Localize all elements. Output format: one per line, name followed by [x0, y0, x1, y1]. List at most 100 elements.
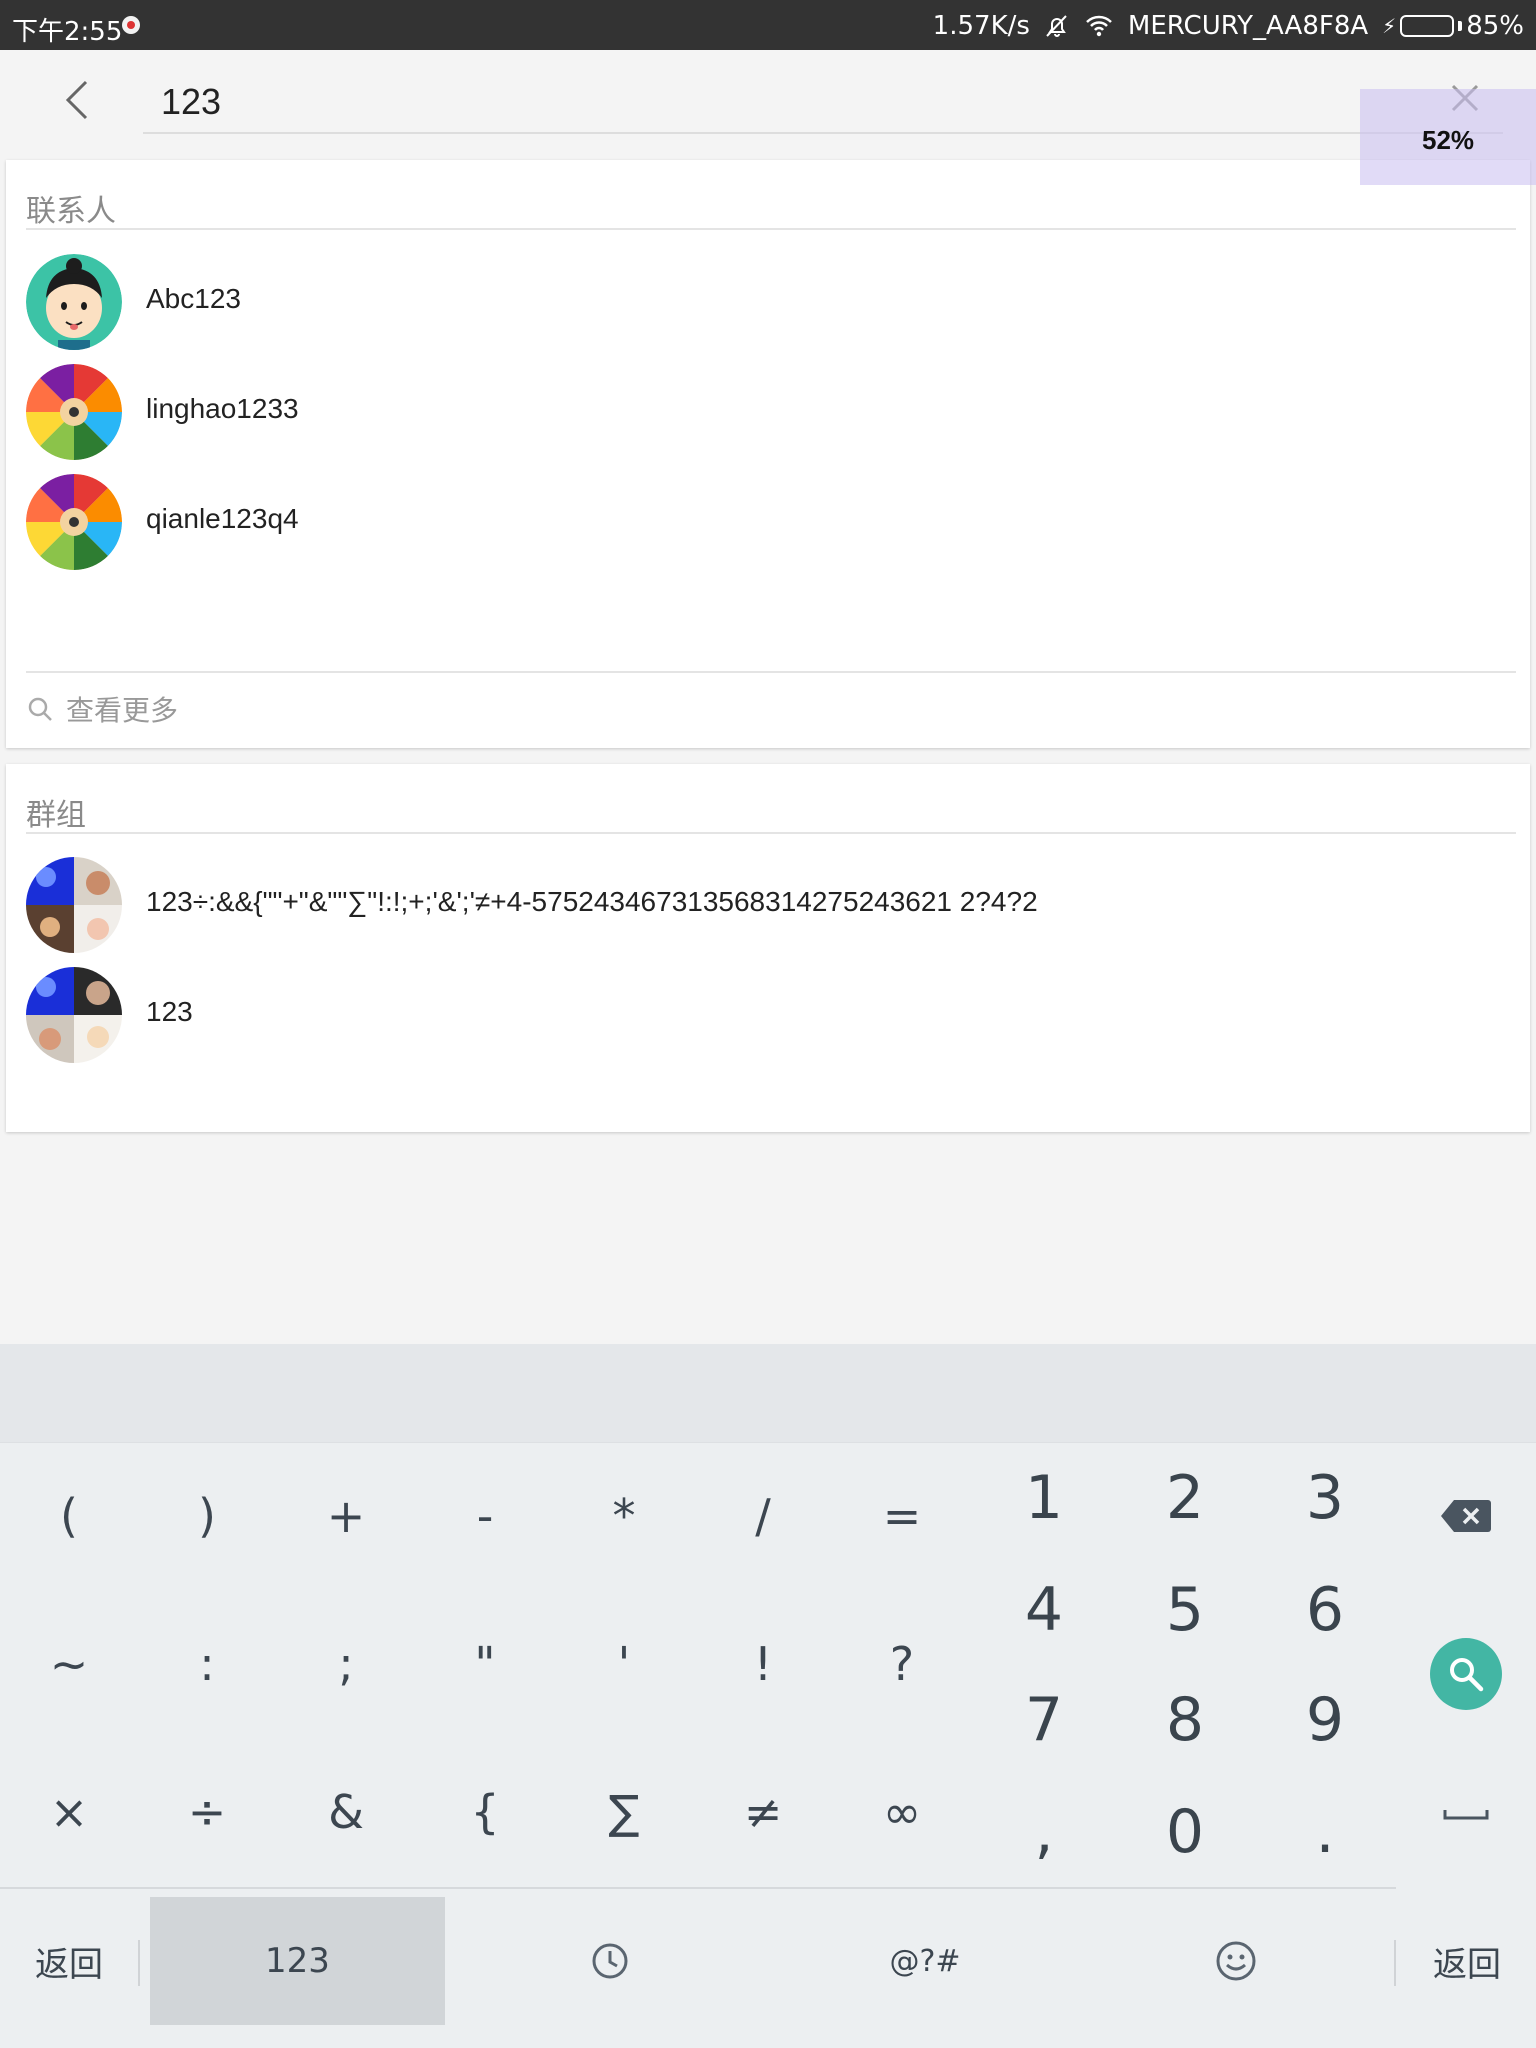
avatar: [26, 364, 122, 460]
key-symbol[interactable]: =: [852, 1466, 952, 1566]
key-symbol[interactable]: ?: [852, 1614, 952, 1714]
key-number[interactable]: 8: [1135, 1670, 1235, 1770]
avatar: [26, 474, 122, 570]
backspace-key[interactable]: [1420, 1486, 1512, 1546]
group-name: 123: [146, 996, 193, 1027]
key-number[interactable]: 1: [994, 1448, 1094, 1548]
charging-bolt-icon: ⚡: [1382, 14, 1397, 38]
key-symbol[interactable]: ∑: [574, 1762, 674, 1862]
group-collage-avatar-icon: [26, 857, 122, 953]
key-number[interactable]: 3: [1275, 1448, 1375, 1548]
section-divider: [26, 671, 1516, 673]
key-symbol[interactable]: (: [19, 1466, 119, 1566]
key-symbol[interactable]: ≠: [713, 1762, 813, 1862]
key-number[interactable]: 7: [994, 1670, 1094, 1770]
key-number[interactable]: 5: [1135, 1560, 1235, 1660]
section-divider: [26, 228, 1516, 230]
cartoon-boy-avatar-icon: [26, 254, 122, 350]
keyboard-back-left-key[interactable]: 返回: [0, 1897, 138, 2025]
space-key[interactable]: [1420, 1784, 1512, 1844]
key-symbol[interactable]: -: [435, 1466, 535, 1566]
status-right-group: 1.57K/s MERCURY_AA8F8A ⚡ 85%: [933, 11, 1524, 41]
zoom-level-text: 52%: [1422, 125, 1475, 155]
key-symbol[interactable]: +: [296, 1466, 396, 1566]
avatar: [26, 857, 122, 953]
search-icon: [1450, 1658, 1484, 1692]
color-pencils-avatar-icon: [26, 364, 122, 460]
smiley-icon: [1216, 1941, 1256, 1981]
contact-name: linghao1233: [146, 393, 299, 424]
keyboard-history-key[interactable]: [560, 1897, 660, 2025]
zoom-level-badge: 52%: [1360, 89, 1536, 185]
key-symbol[interactable]: ': [574, 1614, 674, 1714]
battery-indicator: ⚡ 85%: [1382, 11, 1524, 41]
avatar: [26, 967, 122, 1063]
wifi-ssid: MERCURY_AA8F8A: [1127, 11, 1369, 41]
contact-row[interactable]: qianle123q4: [6, 467, 1530, 577]
key-symbol[interactable]: !: [713, 1614, 813, 1714]
color-pencils-avatar-icon: [26, 474, 122, 570]
notification-app-icon: [122, 16, 140, 34]
contacts-section: 联系人 Abc123 linghao1233 qianle123q4 查看更多: [6, 160, 1530, 748]
battery-percent: 85%: [1466, 11, 1524, 41]
contact-name: qianle123q4: [146, 503, 299, 534]
key-separator: [1394, 1940, 1396, 1986]
avatar: [26, 254, 122, 350]
key-symbol[interactable]: ": [435, 1614, 535, 1714]
key-symbol[interactable]: {: [435, 1762, 535, 1862]
group-name: 123÷:&&{""+"&""∑"!:!;+;'&';'≠+4-57524346…: [146, 886, 1038, 917]
key-symbol[interactable]: :: [157, 1614, 257, 1714]
chevron-left-icon: [65, 80, 88, 120]
key-symbol[interactable]: ;: [296, 1614, 396, 1714]
status-bar: 下午2:55 1.57K/s MERCURY_AA8F8A ⚡ 85%: [0, 0, 1536, 50]
contact-name: Abc123: [146, 283, 241, 314]
key-symbol[interactable]: ∞: [852, 1762, 952, 1862]
key-number[interactable]: 9: [1275, 1670, 1375, 1770]
key-symbol[interactable]: ÷: [157, 1762, 257, 1862]
keyboard-divider: [0, 1887, 1396, 1889]
key-symbol[interactable]: ): [157, 1466, 257, 1566]
section-divider: [26, 832, 1516, 834]
keyboard-back-right-key[interactable]: 返回: [1398, 1897, 1536, 2025]
group-collage-avatar-icon: [26, 967, 122, 1063]
key-number[interactable]: 4: [994, 1560, 1094, 1660]
clock-icon: [592, 1943, 628, 1979]
groups-section: 群组 123÷:&&{""+"&""∑"!:!;+;'&';'≠+4-57524…: [6, 764, 1530, 1132]
space-bar-icon: [1443, 1810, 1489, 1820]
see-more-label: 查看更多: [66, 694, 179, 727]
search-input[interactable]: [143, 72, 1503, 134]
key-symbol[interactable]: *: [574, 1466, 674, 1566]
backspace-icon: [1441, 1500, 1491, 1532]
group-row[interactable]: 123: [6, 960, 1530, 1070]
net-speed: 1.57K/s: [932, 11, 1030, 41]
battery-tip: [1458, 21, 1463, 31]
bell-muted-icon: [1044, 13, 1070, 39]
contacts-section-title: 联系人: [26, 194, 116, 229]
key-symbol[interactable]: /: [713, 1466, 813, 1566]
keyboard-emoji-key[interactable]: [1186, 1897, 1286, 2025]
group-row[interactable]: 123÷:&&{""+"&""∑"!:!;+;'&';'≠+4-57524346…: [6, 850, 1530, 960]
key-separator: [138, 1940, 140, 1986]
key-period[interactable]: .: [1275, 1782, 1375, 1882]
key-symbol[interactable]: &: [296, 1762, 396, 1862]
key-comma[interactable]: ,: [994, 1782, 1094, 1882]
key-symbol[interactable]: ~: [19, 1614, 119, 1714]
contact-row[interactable]: Abc123: [6, 247, 1530, 357]
key-number[interactable]: 6: [1275, 1560, 1375, 1660]
keyboard-search-key[interactable]: [1430, 1638, 1502, 1710]
battery-icon: [1400, 15, 1455, 37]
status-time: 下午2:55: [12, 17, 123, 47]
keyboard-symbols-key[interactable]: @?#: [860, 1897, 990, 2025]
wifi-icon: [1084, 13, 1114, 39]
groups-section-title: 群组: [26, 798, 86, 833]
see-more-link[interactable]: 查看更多: [26, 684, 178, 734]
search-header: [0, 50, 1536, 150]
search-icon: [28, 697, 52, 721]
contact-row[interactable]: linghao1233: [6, 357, 1530, 467]
key-number[interactable]: 0: [1135, 1782, 1235, 1882]
key-number[interactable]: 2: [1135, 1448, 1235, 1548]
key-symbol[interactable]: ×: [19, 1762, 119, 1862]
back-button[interactable]: [50, 70, 110, 130]
keyboard-candidate-bar: [0, 1344, 1536, 1442]
keyboard-123-mode-key[interactable]: 123: [150, 1897, 445, 2025]
